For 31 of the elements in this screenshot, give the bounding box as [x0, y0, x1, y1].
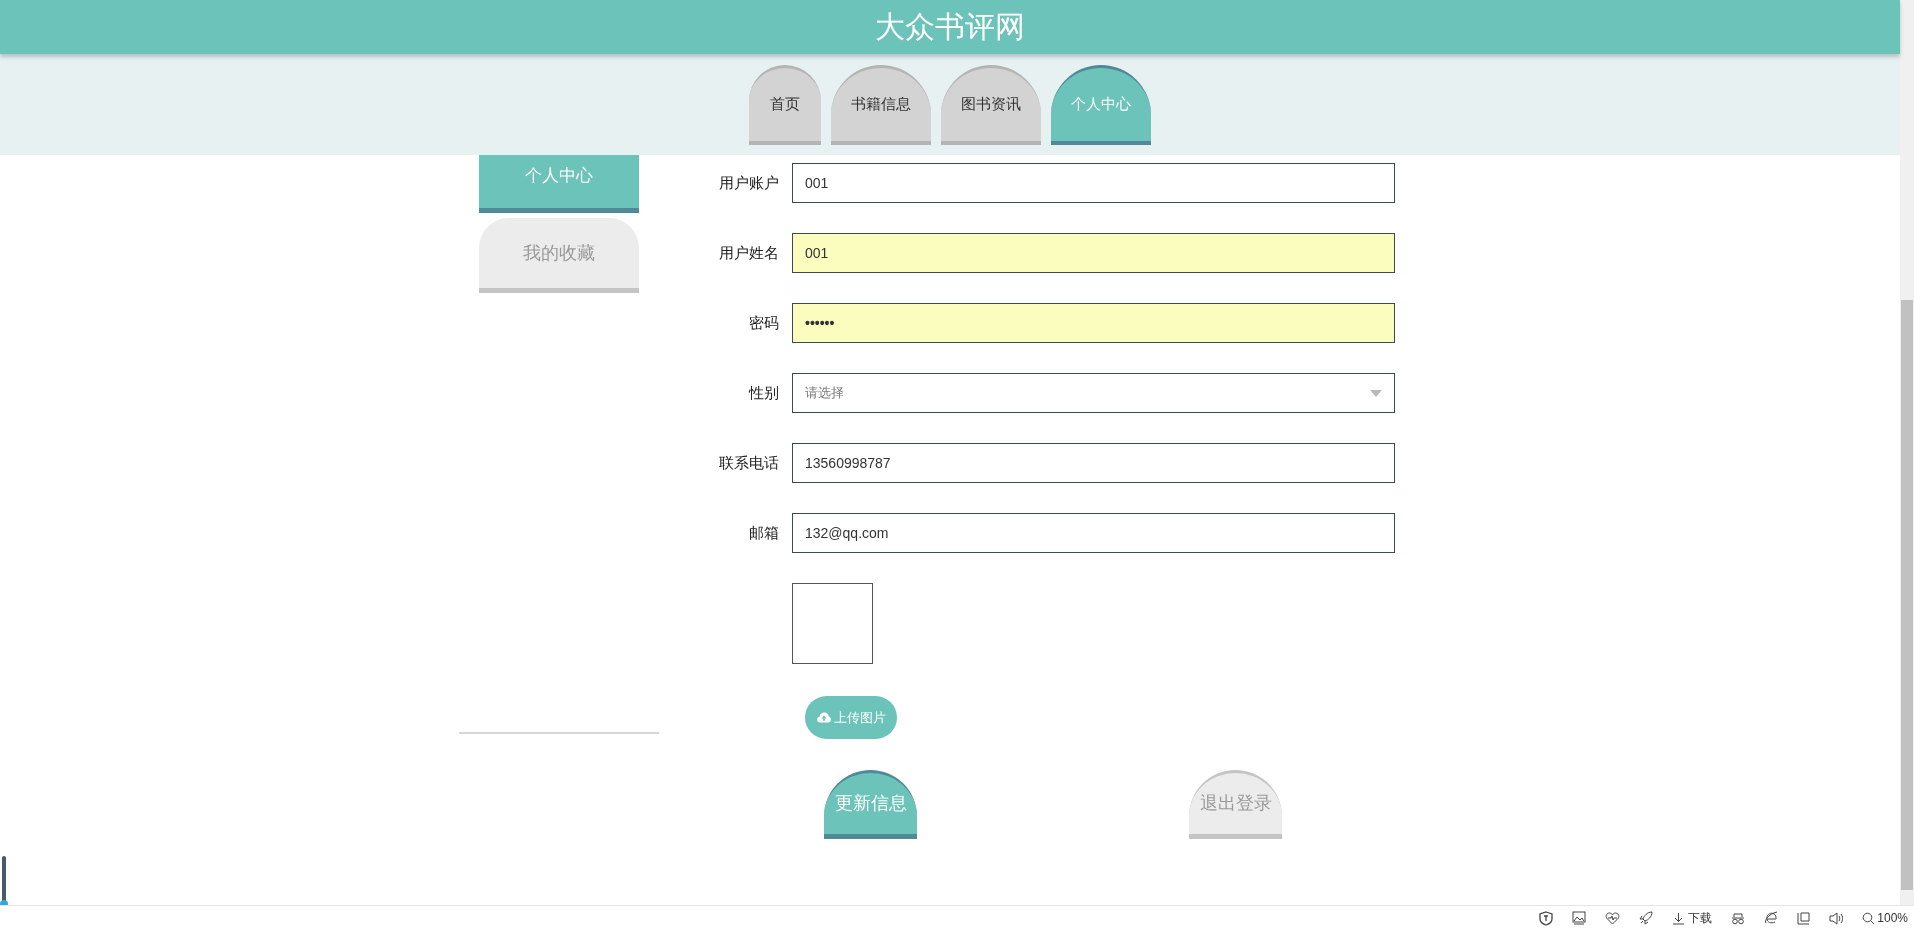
rocket-icon[interactable] [1639, 911, 1654, 925]
glasses-icon[interactable] [1731, 911, 1746, 925]
image-icon[interactable] [1572, 911, 1587, 925]
nav-tab[interactable]: 首页 [749, 65, 821, 145]
zoom-icon[interactable] [1862, 911, 1876, 925]
cloud-upload-icon [816, 712, 831, 723]
zoom-level[interactable]: 100% [1877, 909, 1908, 927]
caret-icon [1370, 389, 1382, 397]
window-icon[interactable] [1797, 911, 1811, 925]
select-field[interactable]: 请选择 [792, 373, 1395, 413]
field-label: 用户姓名 [718, 242, 780, 263]
browser-e-icon[interactable] [1764, 911, 1779, 925]
site-title: 大众书评网 [875, 12, 1025, 42]
nav-tab[interactable]: 图书资讯 [941, 65, 1041, 145]
scrollbar[interactable] [1900, 0, 1914, 905]
password-field[interactable]: •••••• [792, 303, 1395, 343]
input-field[interactable]: 13560998787 [792, 443, 1395, 483]
input-field[interactable]: 132@qq.com [792, 513, 1395, 553]
field-label: 密码 [748, 312, 780, 333]
speaker-icon[interactable] [1829, 911, 1844, 925]
field-label: 用户账户 [718, 172, 780, 193]
download-icon[interactable] [1672, 911, 1686, 925]
input-field[interactable]: 001 [792, 163, 1395, 203]
nav-tab[interactable]: 书籍信息 [831, 65, 931, 145]
download-link[interactable]: 下载 [1688, 909, 1713, 927]
field-label: 邮箱 [748, 522, 780, 543]
shield-icon[interactable] [1539, 910, 1554, 926]
heart-pulse-icon[interactable] [1605, 911, 1621, 925]
field-label: 联系电话 [718, 452, 780, 473]
input-field[interactable]: 001 [792, 233, 1395, 273]
field-label: 性别 [747, 382, 780, 403]
